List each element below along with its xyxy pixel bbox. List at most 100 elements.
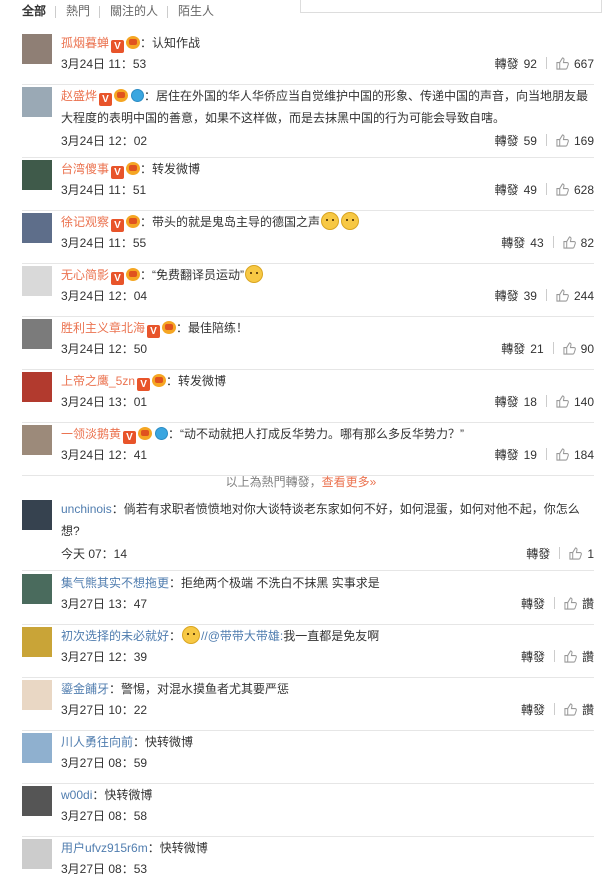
comment-text: 我一直都是免友啊 [283, 629, 380, 643]
username-link[interactable]: 无心简影 [61, 268, 109, 282]
like-count: 169 [573, 134, 594, 148]
like-button[interactable]: 讚 [564, 703, 594, 717]
avatar[interactable] [22, 680, 52, 710]
hot-footer-text: 以上為熱門轉發， [225, 475, 322, 489]
repost-button[interactable]: 轉發 92 [495, 57, 537, 71]
like-button[interactable]: 140 [556, 395, 594, 409]
username-link[interactable]: 用户ufvz915r6m [61, 841, 148, 855]
action-divider [545, 289, 547, 301]
repost-button[interactable]: 轉發 18 [495, 395, 537, 409]
comment-meta: 3月24日 13：01 轉發 18 140 [61, 394, 594, 410]
username-link[interactable]: 上帝之鹰_5zn [61, 374, 135, 388]
comment-meta: 3月24日 12：04 轉發 39 244 [61, 288, 594, 304]
mention-link[interactable]: //@带带大带雄: [201, 629, 283, 643]
avatar[interactable] [22, 319, 52, 349]
colon: ： [109, 682, 122, 696]
comment-text: 快转微博 [104, 788, 153, 802]
colon: ： [133, 735, 146, 749]
username-link[interactable]: 胜利主义章北海 [61, 321, 145, 335]
comment-content: 川人勇往向前：快转微博 [61, 731, 594, 753]
comment-actions: 轉發 讚 [521, 596, 594, 612]
comment-item: 台湾傻事 V ：转发微博 3月24日 11：51 轉發 49 628 [22, 160, 594, 211]
comment-text: “免费翻译员运动” [152, 268, 245, 282]
emoji-icon [341, 212, 360, 230]
see-more-link[interactable]: 查看更多» [322, 475, 377, 489]
thumbs-up-icon [564, 703, 577, 716]
repost-button[interactable]: 轉發 19 [495, 448, 537, 462]
avatar[interactable] [22, 213, 52, 243]
like-button[interactable]: 1 [569, 547, 594, 561]
comment-actions: 轉發 21 90 [501, 341, 594, 357]
repost-button[interactable]: 轉發 43 [501, 236, 543, 250]
username-link[interactable]: 鎏金餔牙 [61, 682, 109, 696]
like-button[interactable]: 244 [556, 289, 594, 303]
member-crown-icon [152, 374, 167, 387]
action-divider [553, 703, 555, 715]
repost-button[interactable]: 轉發 49 [495, 183, 537, 197]
username-link[interactable]: 川人勇往向前 [61, 735, 133, 749]
comment-actions: 轉發 49 628 [495, 182, 594, 198]
avatar[interactable] [22, 500, 52, 530]
repost-label: 轉發 [494, 289, 519, 303]
avatar[interactable] [22, 160, 52, 190]
username-link[interactable]: 赵盛烨 [61, 89, 97, 103]
like-button[interactable]: 82 [563, 236, 594, 250]
avatar[interactable] [22, 786, 52, 816]
avatar[interactable] [22, 425, 52, 455]
like-button[interactable]: 讚 [564, 650, 594, 664]
overseas-globe-icon [131, 89, 145, 102]
repost-label: 轉發 [494, 57, 519, 71]
username-link[interactable]: 徐记观察 [61, 215, 109, 229]
comment-actions: 轉發 1 [526, 546, 594, 562]
repost-button[interactable]: 轉發 59 [495, 134, 537, 148]
search-box[interactable] [300, 0, 602, 13]
like-count: 讚 [581, 597, 594, 611]
avatar[interactable] [22, 839, 52, 869]
comment-actions: 轉發 讚 [521, 649, 594, 665]
repost-button[interactable]: 轉發 [526, 547, 550, 561]
tab-strangers[interactable]: 陌生人 [178, 2, 214, 19]
comment-content: 无心简影 V ：“免费翻译员运动” [61, 264, 594, 286]
comment-text: 最佳陪练！ [188, 321, 249, 335]
like-button[interactable]: 667 [556, 57, 594, 71]
repost-count: 21 [530, 342, 544, 356]
colon: ： [169, 629, 182, 643]
avatar[interactable] [22, 87, 52, 117]
like-button[interactable]: 628 [556, 183, 594, 197]
username-link[interactable]: w00di [61, 788, 92, 802]
colon: ： [176, 321, 189, 335]
username-link[interactable]: 集气熊其实不想拖更 [61, 576, 169, 590]
avatar[interactable] [22, 34, 52, 64]
comment-text: 快转微博 [159, 841, 208, 855]
thumbs-up-icon [556, 395, 569, 408]
avatar[interactable] [22, 733, 52, 763]
thumbs-up-icon [556, 183, 569, 196]
member-crown-icon [126, 215, 141, 228]
username-link[interactable]: 一领淡鹅黄 [61, 427, 121, 441]
username-link[interactable]: 孤烟暮蝉 [61, 36, 109, 50]
tab-hot[interactable]: 熱門 [66, 2, 90, 19]
avatar[interactable] [22, 627, 52, 657]
like-button[interactable]: 169 [556, 134, 594, 148]
repost-button[interactable]: 轉發 [521, 703, 545, 717]
repost-button[interactable]: 轉發 [521, 650, 545, 664]
tab-divider [99, 6, 100, 18]
username-link[interactable]: 台湾傻事 [61, 162, 109, 176]
like-button[interactable]: 90 [563, 342, 594, 356]
repost-label: 轉發 [494, 395, 519, 409]
like-button[interactable]: 184 [556, 448, 594, 462]
repost-button[interactable]: 轉發 39 [495, 289, 537, 303]
avatar[interactable] [22, 574, 52, 604]
username-link[interactable]: 初次选择的未必就好 [61, 629, 169, 643]
comment-date: 3月27日 10：22 [61, 703, 148, 717]
repost-button[interactable]: 轉發 21 [501, 342, 543, 356]
like-button[interactable]: 讚 [564, 597, 594, 611]
tab-following[interactable]: 關注的人 [110, 2, 158, 19]
tab-all[interactable]: 全部 [22, 2, 46, 19]
like-count: 244 [573, 289, 594, 303]
avatar[interactable] [22, 372, 52, 402]
username-link[interactable]: unchinois [61, 502, 112, 516]
comment-content: 上帝之鹰_5zn V ：转发微博 [61, 370, 594, 392]
repost-button[interactable]: 轉發 [521, 597, 545, 611]
avatar[interactable] [22, 266, 52, 296]
